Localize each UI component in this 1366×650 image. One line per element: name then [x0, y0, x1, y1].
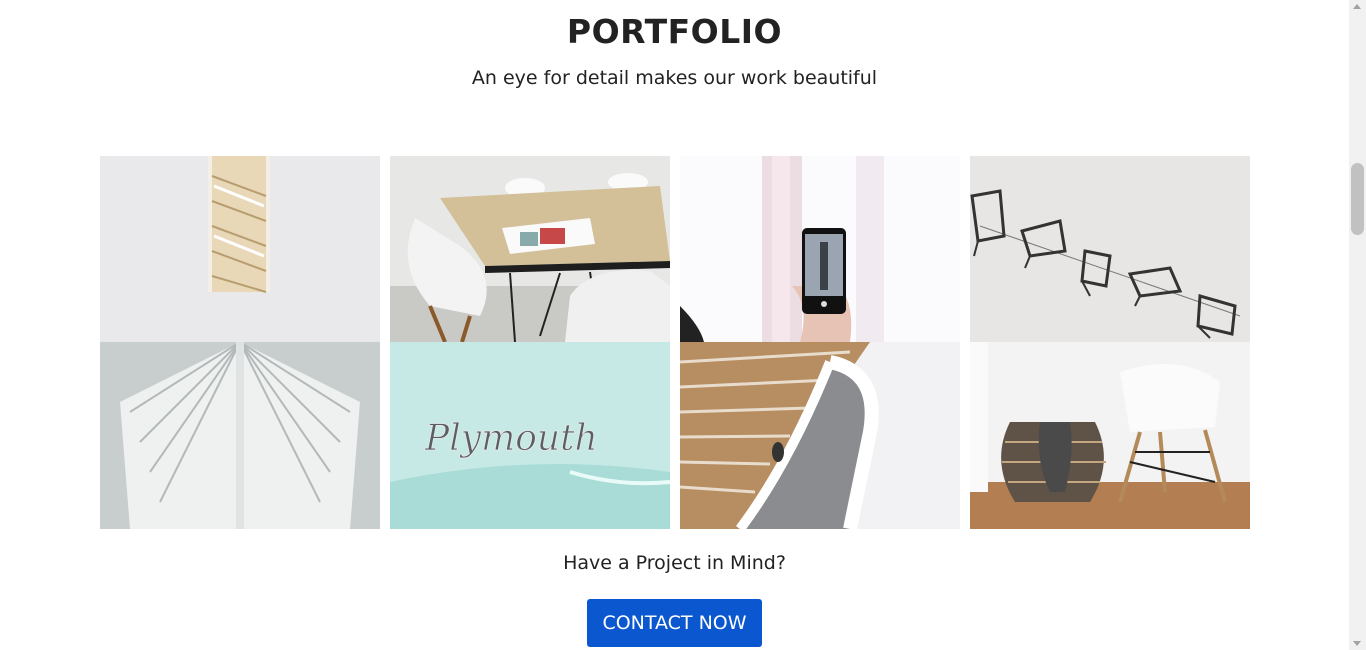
- portfolio-item-table[interactable]: [390, 156, 670, 342]
- portfolio-item-phone[interactable]: [680, 156, 960, 342]
- plymouth-badge-text: Plymouth: [424, 418, 598, 459]
- portfolio-item-staircase[interactable]: [100, 156, 380, 342]
- scroll-down-icon[interactable]: [1353, 641, 1361, 646]
- portfolio-item-basket[interactable]: [970, 342, 1250, 529]
- cta-heading: Have a Project in Mind?: [563, 552, 786, 574]
- plymouth-car-photo: Plymouth: [390, 342, 670, 529]
- portfolio-item-stairs[interactable]: [680, 342, 960, 529]
- portfolio-item-plymouth[interactable]: Plymouth: [390, 342, 670, 529]
- basket-chair-photo: [970, 342, 1250, 529]
- staircase-window-photo: [100, 156, 380, 342]
- page-subtitle: An eye for detail makes our work beautif…: [471, 67, 878, 89]
- table-chairs-photo: [390, 156, 670, 342]
- vertical-scrollbar[interactable]: [1349, 0, 1366, 650]
- portfolio-page: PORTFOLIO An eye for detail makes our wo…: [0, 0, 1349, 650]
- portfolio-item-architecture[interactable]: [100, 342, 380, 529]
- contact-now-button[interactable]: CONTACT NOW: [587, 599, 762, 647]
- flying-chairs-photo: [970, 156, 1250, 342]
- architecture-ribs-photo: [100, 342, 380, 529]
- scroll-up-icon[interactable]: [1353, 4, 1361, 9]
- portfolio-grid: Plymouth: [100, 156, 1250, 529]
- page-title: PORTFOLIO: [566, 12, 783, 51]
- phone-camera-photo: [680, 156, 960, 342]
- scrollbar-thumb[interactable]: [1351, 163, 1364, 235]
- portfolio-item-chairs[interactable]: [970, 156, 1250, 342]
- spiral-stairs-photo: [680, 342, 960, 529]
